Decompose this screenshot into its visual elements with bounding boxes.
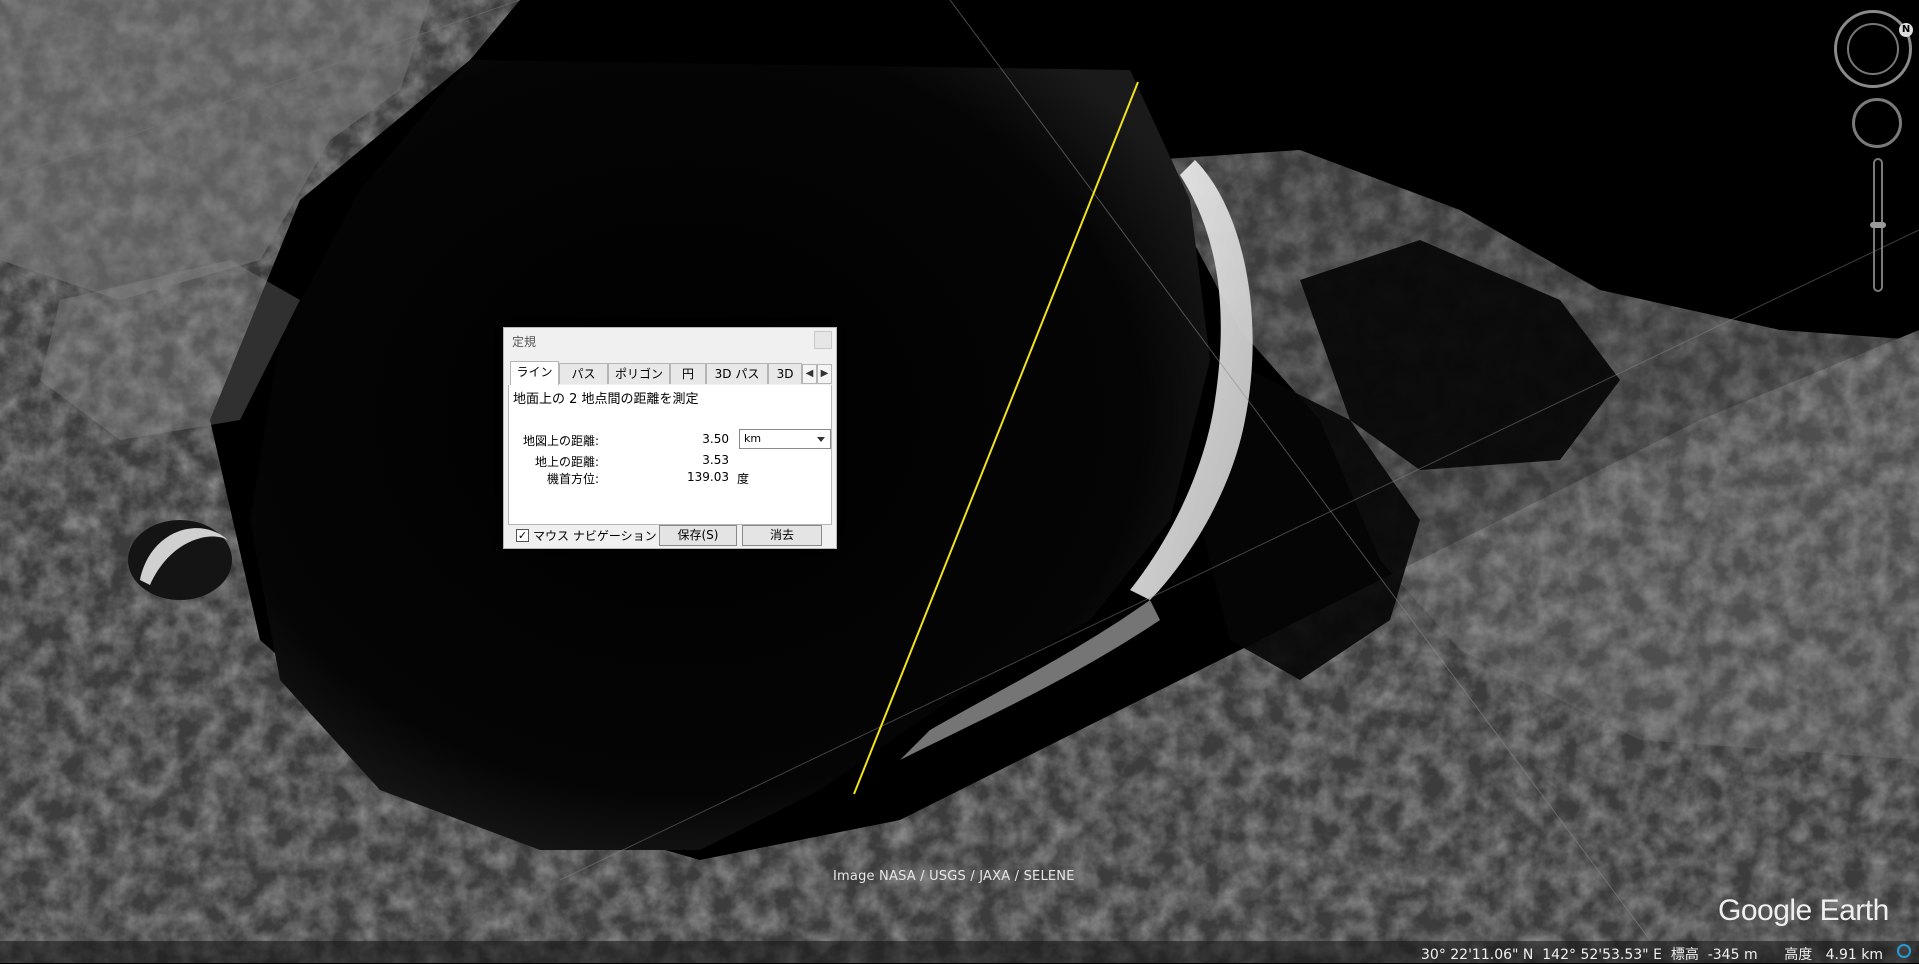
tab-path[interactable]: パス — [559, 363, 608, 384]
heading-value: 139.03 — [687, 470, 729, 484]
compass-ring-control[interactable]: N — [1834, 10, 1913, 88]
mouse-navigation-checkbox[interactable]: ✓ — [516, 529, 529, 542]
unit-select-value: km — [744, 432, 762, 445]
zoom-slider-knob[interactable] — [1870, 222, 1886, 228]
save-button[interactable]: 保存(S) — [659, 525, 737, 546]
status-bar: 30° 22'11.06" N 142° 52'53.53" E 標高 -345… — [0, 941, 1919, 963]
north-indicator-icon[interactable]: N — [1899, 23, 1913, 37]
chevron-down-icon — [817, 437, 825, 442]
tab-polygon[interactable]: ポリゴン — [608, 363, 670, 384]
look-around-joystick[interactable] — [1847, 23, 1899, 75]
google-earth-logo: Google Earth — [1718, 894, 1889, 927]
ruler-dialog: 定規 ライン パス ポリゴン 円 3D パス 3D ◀ ▶ 地面上の 2 地点間… — [503, 327, 837, 549]
earth-viewport[interactable]: N 定規 ライン パス ポリゴン 円 3D パス 3D ◀ ▶ 地面上の 2 地… — [0, 0, 1919, 963]
line-tab-panel: 地面上の 2 地点間の距離を測定 地図上の距離: 3.50 km 地上の距離: … — [508, 385, 832, 525]
imagery-attribution: Image NASA / USGS / JAXA / SELENE — [833, 869, 1075, 884]
mouse-navigation-option[interactable]: ✓ マウス ナビゲーション — [516, 527, 657, 544]
ground-distance-label: 地上の距離: — [534, 455, 599, 469]
close-button[interactable] — [814, 331, 832, 349]
coordinates-readout: 30° 22'11.06" N 142° 52'53.53" E 標高 -345… — [1421, 947, 1883, 963]
tab-3d-path[interactable]: 3D パス — [706, 363, 768, 384]
zoom-slider[interactable] — [1870, 158, 1886, 292]
move-joystick[interactable] — [1852, 98, 1902, 148]
tab-scroll-left-icon[interactable]: ◀ — [802, 364, 817, 384]
map-distance-value: 3.50 — [702, 432, 729, 446]
ruler-tabs: ライン パス ポリゴン 円 3D パス 3D ◀ ▶ — [508, 361, 832, 386]
unit-select[interactable]: km — [739, 429, 831, 449]
tab-line[interactable]: ライン — [510, 361, 559, 386]
measure-description: 地面上の 2 地点間の距離を測定 — [513, 392, 699, 407]
clear-button[interactable]: 消去 — [742, 525, 822, 546]
mouse-navigation-label: マウス ナビゲーション — [533, 529, 657, 543]
heading-unit: 度 — [737, 472, 750, 486]
map-distance-label: 地図上の距離: — [522, 434, 599, 448]
tab-scroll-right-icon[interactable]: ▶ — [817, 364, 832, 384]
heading-label: 機首方位: — [546, 472, 599, 486]
streaming-indicator-icon — [1897, 944, 1911, 958]
ground-distance-value: 3.53 — [702, 453, 729, 467]
dialog-title: 定規 — [512, 335, 537, 349]
lunar-terrain[interactable] — [0, 0, 1919, 963]
tab-3d-polygon[interactable]: 3D — [768, 363, 802, 384]
tab-circle[interactable]: 円 — [670, 363, 706, 384]
